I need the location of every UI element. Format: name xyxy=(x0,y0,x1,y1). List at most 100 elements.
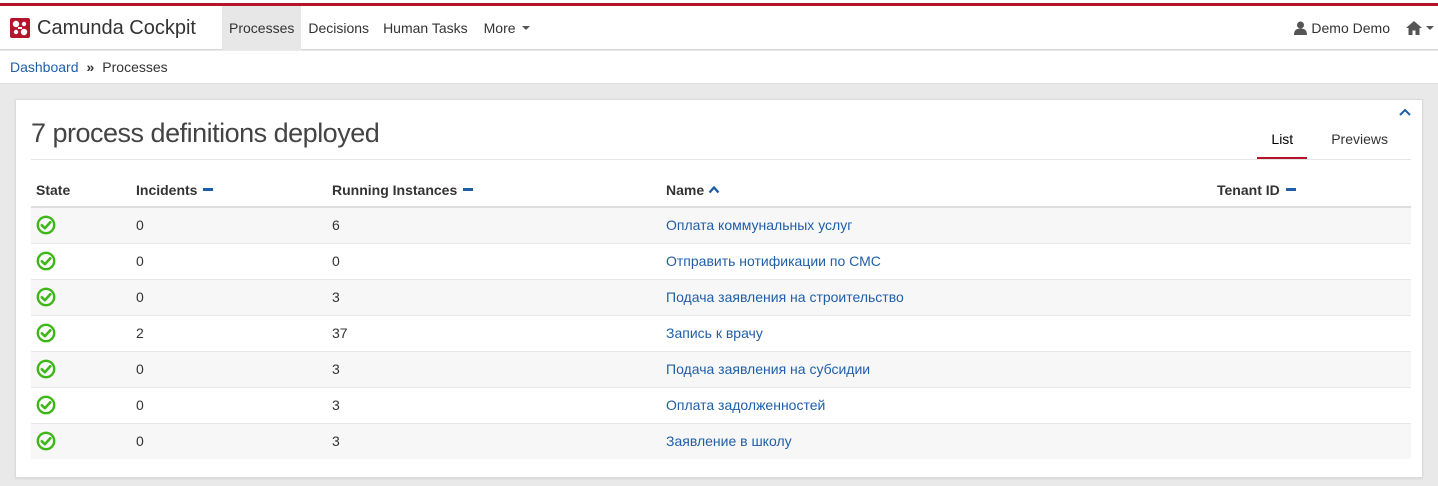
name-cell: Заявление в школу xyxy=(661,422,1212,459)
check-circle-icon xyxy=(36,287,131,307)
state-cell xyxy=(31,350,131,387)
process-definitions-panel: 7 process definitions deployed List Prev… xyxy=(15,99,1423,478)
state-cell xyxy=(31,278,131,315)
check-circle-icon xyxy=(36,359,131,379)
tenant-id-cell xyxy=(1212,422,1411,459)
table-row: 0 3 Заявление в школу xyxy=(31,422,1411,459)
user-icon xyxy=(1294,21,1308,35)
nav-human-tasks-label: Human Tasks xyxy=(383,20,468,36)
nav-right: Demo Demo xyxy=(1294,6,1434,50)
incidents-cell: 0 xyxy=(131,278,327,315)
navbar: Camunda Cockpit Processes Decisions Huma… xyxy=(0,6,1438,50)
process-name-link[interactable]: Подача заявления на строительство xyxy=(666,289,904,305)
breadcrumb: Dashboard » Processes xyxy=(0,51,1438,84)
sort-none-icon[interactable] xyxy=(203,188,214,192)
check-circle-icon xyxy=(36,323,131,343)
tenant-id-cell xyxy=(1212,278,1411,315)
breadcrumb-separator: » xyxy=(86,59,95,75)
tab-previews[interactable]: Previews xyxy=(1312,128,1407,160)
nav-decisions-label: Decisions xyxy=(308,20,370,36)
check-circle-icon xyxy=(36,215,131,235)
table-header-row: State Incidents Running Instances Name T… xyxy=(31,173,1411,208)
nav-decisions[interactable]: Decisions xyxy=(301,6,376,50)
process-name-link[interactable]: Оплата задолженностей xyxy=(666,397,825,413)
nav-more-dropdown[interactable]: More xyxy=(477,6,537,50)
check-circle-icon xyxy=(36,431,131,451)
user-menu[interactable]: Demo Demo xyxy=(1294,20,1390,36)
table-row: 0 3 Оплата задолженностей xyxy=(31,386,1411,423)
state-cell xyxy=(31,314,131,351)
tenant-id-cell xyxy=(1212,242,1411,279)
name-cell: Подача заявления на строительство xyxy=(661,278,1212,315)
name-cell: Оплата коммунальных услуг xyxy=(661,206,1212,243)
table-row: 0 3 Подача заявления на строительство xyxy=(31,278,1411,315)
camunda-logo-icon xyxy=(10,18,30,38)
name-cell: Отправить нотификации по СМС xyxy=(661,242,1212,279)
state-cell xyxy=(31,386,131,423)
name-cell: Оплата задолженностей xyxy=(661,386,1212,423)
process-name-link[interactable]: Оплата коммунальных услуг xyxy=(666,217,852,233)
divider xyxy=(31,159,1411,160)
state-cell xyxy=(31,242,131,279)
nav-human-tasks[interactable]: Human Tasks xyxy=(376,6,475,50)
column-header-name[interactable]: Name xyxy=(661,173,1212,208)
process-name-link[interactable]: Подача заявления на субсидии xyxy=(666,361,870,377)
running-header-label: Running Instances xyxy=(332,181,458,198)
view-tabs: List Previews xyxy=(1257,128,1407,160)
process-name-link[interactable]: Запись к врачу xyxy=(666,325,763,341)
chevron-up-icon[interactable] xyxy=(1398,106,1412,118)
name-cell: Запись к врачу xyxy=(661,314,1212,351)
caret-down-icon xyxy=(1426,26,1434,30)
nav-more-label: More xyxy=(483,20,516,36)
table-row: 0 6 Оплата коммунальных услуг xyxy=(31,206,1411,243)
breadcrumb-current: Processes xyxy=(102,59,168,75)
state-header-label: State xyxy=(36,181,71,198)
running-instances-cell: 3 xyxy=(327,386,661,423)
page-title: 7 process definitions deployed xyxy=(31,118,380,148)
breadcrumb-dashboard-link[interactable]: Dashboard xyxy=(10,59,79,75)
column-header-running-instances[interactable]: Running Instances xyxy=(327,173,661,208)
tenant-id-cell xyxy=(1212,350,1411,387)
user-name: Demo Demo xyxy=(1311,20,1390,36)
incidents-cell: 0 xyxy=(131,206,327,243)
incidents-cell: 2 xyxy=(131,314,327,351)
state-cell xyxy=(31,206,131,243)
nav-processes-label: Processes xyxy=(229,20,295,36)
column-header-incidents[interactable]: Incidents xyxy=(131,173,327,208)
incidents-cell: 0 xyxy=(131,242,327,279)
table-row: 0 0 Отправить нотификации по СМС xyxy=(31,242,1411,279)
incidents-cell: 0 xyxy=(131,386,327,423)
main-nav: Processes Decisions Human Tasks More xyxy=(222,6,537,50)
sort-ascending-icon[interactable] xyxy=(708,186,720,195)
incidents-header-label: Incidents xyxy=(136,181,198,198)
running-instances-cell: 3 xyxy=(327,278,661,315)
process-name-link[interactable]: Заявление в школу xyxy=(666,433,792,449)
check-circle-icon xyxy=(36,251,131,271)
table-row: 0 3 Подача заявления на субсидии xyxy=(31,350,1411,387)
column-header-state: State xyxy=(31,173,131,208)
incidents-cell: 0 xyxy=(131,422,327,459)
column-header-tenant-id[interactable]: Tenant ID xyxy=(1212,173,1411,208)
running-instances-cell: 3 xyxy=(327,350,661,387)
tenant-header-label: Tenant ID xyxy=(1217,181,1280,198)
running-instances-cell: 37 xyxy=(327,314,661,351)
home-menu[interactable] xyxy=(1406,21,1434,35)
name-cell: Подача заявления на субсидии xyxy=(661,350,1212,387)
sort-none-icon[interactable] xyxy=(1285,188,1296,192)
running-instances-cell: 0 xyxy=(327,242,661,279)
app-title: Camunda Cockpit xyxy=(37,16,196,39)
brand[interactable]: Camunda Cockpit xyxy=(10,6,196,50)
name-header-label: Name xyxy=(666,181,705,198)
running-instances-cell: 6 xyxy=(327,206,661,243)
tab-list[interactable]: List xyxy=(1257,128,1308,160)
tenant-id-cell xyxy=(1212,206,1411,243)
sort-none-icon[interactable] xyxy=(463,188,474,192)
table-row: 2 37 Запись к врачу xyxy=(31,314,1411,351)
process-name-link[interactable]: Отправить нотификации по СМС xyxy=(666,253,881,269)
home-icon xyxy=(1406,21,1422,35)
process-table: State Incidents Running Instances Name T… xyxy=(31,173,1411,459)
caret-down-icon xyxy=(521,26,530,30)
nav-processes[interactable]: Processes xyxy=(222,6,302,50)
check-circle-icon xyxy=(36,395,131,415)
tenant-id-cell xyxy=(1212,314,1411,351)
